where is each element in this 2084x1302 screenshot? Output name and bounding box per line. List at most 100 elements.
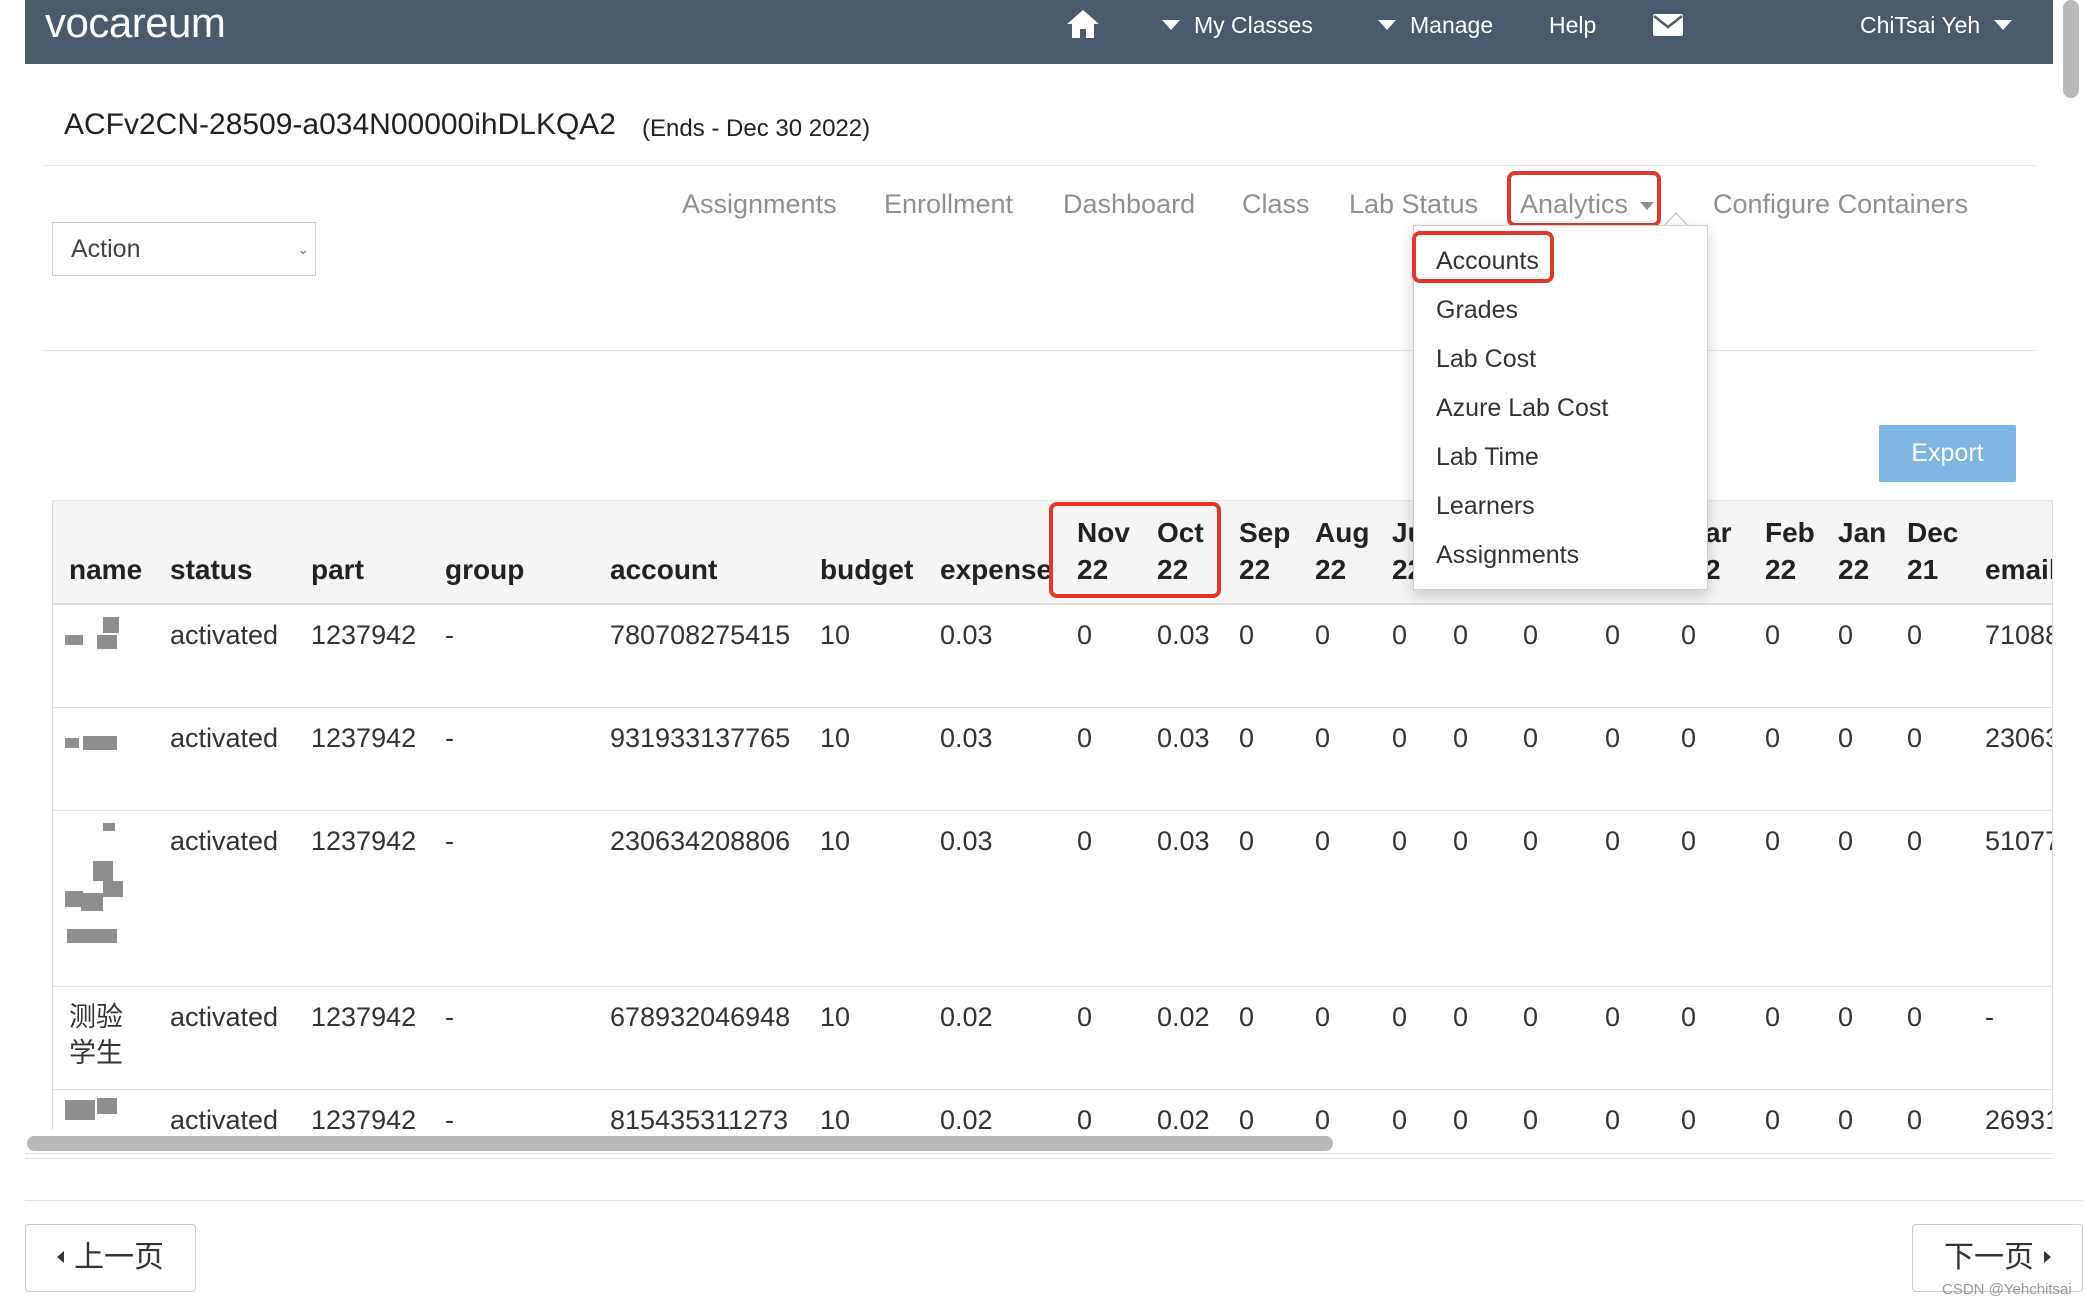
cell-part: 1237942 (311, 1002, 417, 1032)
col-status[interactable]: status (170, 551, 252, 588)
cell-month-cost: 0 (1453, 826, 1469, 856)
cell-month-cost: 0 (1605, 723, 1621, 753)
cell-group: - (445, 723, 454, 753)
cell-email: - (1985, 1002, 1994, 1032)
cell-email: 23063 (1985, 723, 2053, 753)
cell-month-cost: 0 (1239, 620, 1255, 650)
cell-part: 1237942 (311, 826, 417, 856)
redacted-name (103, 823, 115, 831)
cell-month-cost: 0 (1077, 620, 1093, 650)
menu-item-azure-lab-cost[interactable]: Azure Lab Cost (1436, 391, 1608, 425)
col-account[interactable]: account (610, 551, 717, 588)
cell-month-cost: 0 (1907, 723, 1923, 753)
cell-month-cost: 0 (1605, 1105, 1621, 1130)
col-part[interactable]: part (311, 551, 364, 588)
user-menu[interactable]: ChiTsai Yeh (1860, 0, 2013, 50)
col-group[interactable]: group (445, 551, 524, 588)
next-page-label: 下一页 (1944, 1241, 2034, 1274)
prev-page-button[interactable]: 上一页 (25, 1224, 196, 1292)
cell-status: activated (170, 826, 279, 856)
divider (43, 350, 2035, 351)
tab-configure-containers[interactable]: Configure Containers (1713, 182, 1968, 226)
cell-part: 1237942 (311, 620, 417, 650)
vertical-scroll-thumb[interactable] (2063, 0, 2079, 98)
cell-month-cost: 0 (1392, 826, 1408, 856)
cell-name: 测验 (69, 1002, 123, 1032)
cell-month-cost: 0 (1838, 1105, 1854, 1130)
cell-month-cost: 0.03 (1157, 620, 1210, 650)
cell-month-cost: 0 (1907, 620, 1923, 650)
menu-item-lab-time[interactable]: Lab Time (1436, 440, 1539, 474)
accounts-highlight-box (1412, 231, 1554, 283)
vocareum-logo[interactable]: vocareum (45, 0, 226, 46)
help-link[interactable]: Help (1549, 0, 1596, 50)
cell-account: 815435311273 (610, 1105, 789, 1130)
cell-month-cost: 0 (1239, 1002, 1255, 1032)
tab-lab-status[interactable]: Lab Status (1349, 182, 1478, 226)
cell-expense: 0.03 (940, 723, 993, 753)
nov-oct-highlight-box (1049, 502, 1221, 598)
manage-menu[interactable]: Manage (1378, 0, 1493, 50)
redacted-name (103, 617, 119, 633)
table-row: 测验 学生 activated 1237942-678932046948 10 0.02 0… (53, 987, 2052, 1090)
home-icon[interactable] (1065, 0, 1101, 50)
cell-month-cost: 0 (1681, 826, 1697, 856)
cell-budget: 10 (820, 1002, 851, 1032)
tab-assignments[interactable]: Assignments (682, 182, 837, 226)
cell-month-cost: 0 (1605, 1002, 1621, 1032)
cell-group: - (445, 620, 454, 650)
my-classes-menu[interactable]: My Classes (1162, 0, 1313, 50)
col-expense[interactable]: expense (940, 551, 1052, 588)
col-mar-month[interactable]: ar (1705, 514, 1731, 551)
horizontal-scrollbar[interactable] (25, 1133, 2053, 1154)
col-jan-year: 22 (1838, 554, 1870, 585)
cell-month-cost: 0 (1681, 620, 1697, 650)
col-sep-year: 22 (1239, 554, 1271, 585)
caret-down-icon (1378, 19, 1396, 30)
redacted-name (103, 881, 123, 897)
cell-month-cost: 0 (1453, 1002, 1469, 1032)
cell-budget: 10 (820, 1105, 851, 1130)
cell-status: activated (170, 1002, 279, 1032)
col-jan-month[interactable]: Jan (1838, 514, 1886, 551)
cell-month-cost: 0 (1838, 620, 1854, 650)
horizontal-scroll-thumb[interactable] (27, 1136, 1333, 1151)
col-feb-month[interactable]: Feb (1765, 514, 1815, 551)
col-dec-month[interactable]: Dec (1907, 514, 1958, 551)
divider (43, 165, 2035, 166)
cell-part: 1237942 (311, 723, 417, 753)
tab-class[interactable]: Class (1242, 182, 1310, 226)
cell-expense: 0.03 (940, 826, 993, 856)
cell-month-cost: 0 (1838, 723, 1854, 753)
menu-item-learners[interactable]: Learners (1436, 489, 1535, 523)
action-select[interactable]: Action ⌄ (52, 222, 316, 276)
table-row: activated 1237942- 931933137765 10 0.03 0 0.03… (53, 708, 2052, 811)
vertical-scrollbar[interactable] (2060, 0, 2082, 100)
col-budget[interactable]: budget (820, 551, 913, 588)
cell-month-cost: 0 (1392, 620, 1408, 650)
col-name[interactable]: name (69, 551, 142, 588)
cell-month-cost: 0 (1392, 723, 1408, 753)
cell-status: activated (170, 1105, 279, 1130)
cell-month-cost: 0 (1077, 1002, 1093, 1032)
tab-dashboard[interactable]: Dashboard (1063, 182, 1195, 226)
caret-down-icon (1994, 19, 2013, 30)
redacted-name (65, 1100, 95, 1120)
table-row: activated 1237942 - 815435311273 10 0.02 0 0.02… (53, 1090, 2052, 1130)
col-aug-month[interactable]: Aug (1315, 514, 1369, 551)
class-end-date: (Ends - Dec 30 2022) (642, 115, 871, 142)
col-sep-month[interactable]: Sep (1239, 514, 1290, 551)
cell-part: 1237942 (311, 1105, 417, 1130)
cell-account: 230634208806 (610, 826, 791, 856)
tab-enrollment[interactable]: Enrollment (884, 182, 1013, 226)
menu-item-lab-cost[interactable]: Lab Cost (1436, 342, 1536, 376)
menu-item-assignments[interactable]: Assignments (1436, 538, 1579, 572)
envelope-icon[interactable] (1653, 0, 1683, 50)
export-button[interactable]: Export (1879, 425, 2016, 482)
cell-account: 678932046948 (610, 1002, 791, 1032)
menu-item-grades[interactable]: Grades (1436, 293, 1518, 327)
col-email[interactable]: email (1985, 551, 2052, 588)
cell-expense: 0.02 (940, 1105, 993, 1130)
cell-expense: 0.03 (940, 620, 993, 650)
cell-month-cost: 0 (1315, 1105, 1331, 1130)
